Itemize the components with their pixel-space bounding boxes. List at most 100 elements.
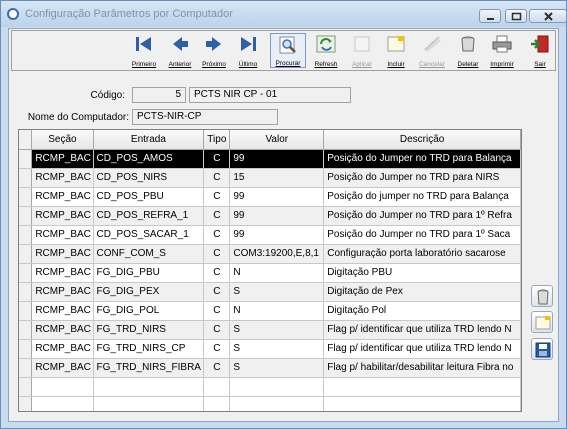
row-indicator[interactable] [19, 187, 33, 207]
empty-cell[interactable] [203, 377, 231, 397]
table-row[interactable]: RCMP_BAC CONF_COM_S C COM3:19200,E,8,1 Confi… [19, 244, 521, 264]
table-row[interactable]: RCMP_BAC CD_POS_AMOS C 99 Posição do Jumper … [19, 149, 521, 169]
table-row[interactable]: RCMP_BAC FG_TRD_NIRS C S Flag p/ identificar… [19, 320, 521, 340]
side-save-button[interactable] [531, 338, 553, 360]
cell-entrada[interactable]: CD_POS_AMOS [93, 149, 205, 169]
cell-descricao[interactable]: Configuração porta laboratório sacarose [323, 244, 521, 264]
cell-entrada[interactable]: CD_POS_SACAR_1 [93, 225, 205, 245]
col-header-descricao[interactable]: Descrição [323, 130, 521, 150]
row-indicator[interactable] [19, 320, 33, 340]
cell-valor[interactable]: S [229, 282, 325, 302]
cell-valor[interactable]: 99 [229, 149, 325, 169]
cell-entrada[interactable]: CD_POS_REFRA_1 [93, 206, 205, 226]
side-new-button[interactable] [531, 311, 553, 333]
row-indicator[interactable] [19, 149, 33, 169]
cell-valor[interactable]: S [229, 358, 325, 378]
cell-valor[interactable]: 99 [229, 225, 325, 245]
add-button[interactable]: Incluir [378, 33, 414, 68]
parameters-grid[interactable]: Seção Entrada Tipo Valor Descrição RCMP_… [18, 129, 522, 412]
cell-valor[interactable]: 15 [229, 168, 325, 188]
cell-descricao[interactable]: Posição do Jumper no TRD para Balança [323, 149, 521, 169]
row-indicator[interactable] [19, 282, 33, 302]
row-indicator[interactable] [19, 168, 33, 188]
first-button[interactable]: Primeiro [126, 33, 162, 68]
cell-entrada[interactable]: FG_TRD_NIRS [93, 320, 205, 340]
cell-descricao[interactable]: Flag p/ habilitar/desabilitar leitura Fi… [323, 358, 521, 378]
cell-secao[interactable]: RCMP_BAC [31, 358, 94, 378]
cell-descricao[interactable]: Posição do jumper no TRD para Balança [323, 187, 521, 207]
minimize-button[interactable] [479, 9, 501, 23]
cell-secao[interactable]: RCMP_BAC [31, 320, 94, 340]
table-row[interactable]: RCMP_BAC FG_DIG_POL C N Digitação Pol [19, 301, 521, 321]
cell-descricao[interactable]: Digitação de Pex [323, 282, 521, 302]
empty-cell[interactable] [203, 396, 231, 411]
delete-button[interactable]: Deletar [450, 33, 486, 68]
cell-entrada[interactable]: CD_POS_NIRS [93, 168, 205, 188]
cell-tipo[interactable]: C [203, 225, 231, 245]
row-indicator[interactable] [19, 377, 33, 397]
row-indicator[interactable] [19, 301, 33, 321]
cell-descricao[interactable]: Flag p/ identificar que utiliza TRD lend… [323, 320, 521, 340]
table-row[interactable]: RCMP_BAC CD_POS_NIRS C 15 Posição do Jumper … [19, 168, 521, 188]
row-indicator[interactable] [19, 358, 33, 378]
table-row[interactable]: RCMP_BAC FG_TRD_NIRS_FIBRA C S Flag p/ habil… [19, 358, 521, 378]
cell-tipo[interactable]: C [203, 206, 231, 226]
cell-entrada[interactable]: FG_DIG_PBU [93, 263, 205, 283]
row-indicator[interactable] [19, 263, 33, 283]
cell-tipo[interactable]: C [203, 301, 231, 321]
cell-tipo[interactable]: C [203, 187, 231, 207]
cell-secao[interactable]: RCMP_BAC [31, 187, 94, 207]
cell-descricao[interactable]: Posição do Jumper no TRD para 1º Saca [323, 225, 521, 245]
title-bar[interactable]: Configuração Parâmetros por Computador [1, 1, 567, 27]
cell-tipo[interactable]: C [203, 244, 231, 264]
row-indicator[interactable] [19, 396, 33, 411]
cell-valor[interactable]: N [229, 301, 325, 321]
cell-tipo[interactable]: C [203, 320, 231, 340]
empty-cell[interactable] [229, 396, 325, 411]
print-button[interactable]: Imprimir [484, 33, 520, 68]
cell-entrada[interactable]: CONF_COM_S [93, 244, 205, 264]
codigo-field[interactable]: 5 [132, 87, 186, 103]
cell-secao[interactable]: RCMP_BAC [31, 225, 94, 245]
table-row[interactable]: RCMP_BAC CD_POS_REFRA_1 C 99 Posição do Jump… [19, 206, 521, 226]
empty-cell[interactable] [323, 377, 521, 397]
cell-secao[interactable]: RCMP_BAC [31, 149, 94, 169]
table-row[interactable]: RCMP_BAC FG_TRD_NIRS_CP C S Flag p/ identifi… [19, 339, 521, 359]
cell-valor[interactable]: 99 [229, 187, 325, 207]
table-row[interactable]: RCMP_BAC FG_DIG_PEX C S Digitação de Pex [19, 282, 521, 302]
table-row[interactable]: RCMP_BAC CD_POS_SACAR_1 C 99 Posição do Jump… [19, 225, 521, 245]
cell-tipo[interactable]: C [203, 358, 231, 378]
cell-tipo[interactable]: C [203, 263, 231, 283]
next-button[interactable]: Próximo [196, 33, 232, 68]
cell-entrada[interactable]: FG_DIG_PEX [93, 282, 205, 302]
empty-cell[interactable] [93, 377, 205, 397]
previous-button[interactable]: Anterior [162, 33, 198, 68]
col-header-secao[interactable]: Seção [31, 130, 94, 150]
cancel-button[interactable]: Cancelar [414, 33, 450, 68]
cell-descricao[interactable]: Posição do Jumper no TRD para 1º Refra [323, 206, 521, 226]
computer-name-field[interactable]: PCTS-NIR-CP [132, 109, 278, 125]
cell-secao[interactable]: RCMP_BAC [31, 263, 94, 283]
col-header-entrada[interactable]: Entrada [93, 130, 205, 150]
empty-cell[interactable] [31, 396, 94, 411]
cell-valor[interactable]: S [229, 320, 325, 340]
row-indicator[interactable] [19, 339, 33, 359]
exit-button[interactable]: Sair [522, 33, 558, 68]
apply-button[interactable]: Aplicar [344, 33, 380, 68]
cell-secao[interactable]: RCMP_BAC [31, 282, 94, 302]
col-header-valor[interactable]: Valor [229, 130, 325, 150]
cell-valor[interactable]: N [229, 263, 325, 283]
cell-secao[interactable]: RCMP_BAC [31, 206, 94, 226]
empty-cell[interactable] [31, 377, 94, 397]
empty-row[interactable] [19, 396, 521, 411]
row-indicator[interactable] [19, 244, 33, 264]
refresh-button[interactable]: Refresh [308, 33, 344, 68]
table-row[interactable]: RCMP_BAC CD_POS_PBU C 99 Posição do jumper n… [19, 187, 521, 207]
row-indicator[interactable] [19, 225, 33, 245]
col-header-tipo[interactable]: Tipo [203, 130, 231, 150]
maximize-button[interactable] [505, 9, 527, 23]
close-button[interactable] [529, 9, 567, 23]
cell-valor[interactable]: S [229, 339, 325, 359]
cell-secao[interactable]: RCMP_BAC [31, 244, 94, 264]
cell-tipo[interactable]: C [203, 339, 231, 359]
